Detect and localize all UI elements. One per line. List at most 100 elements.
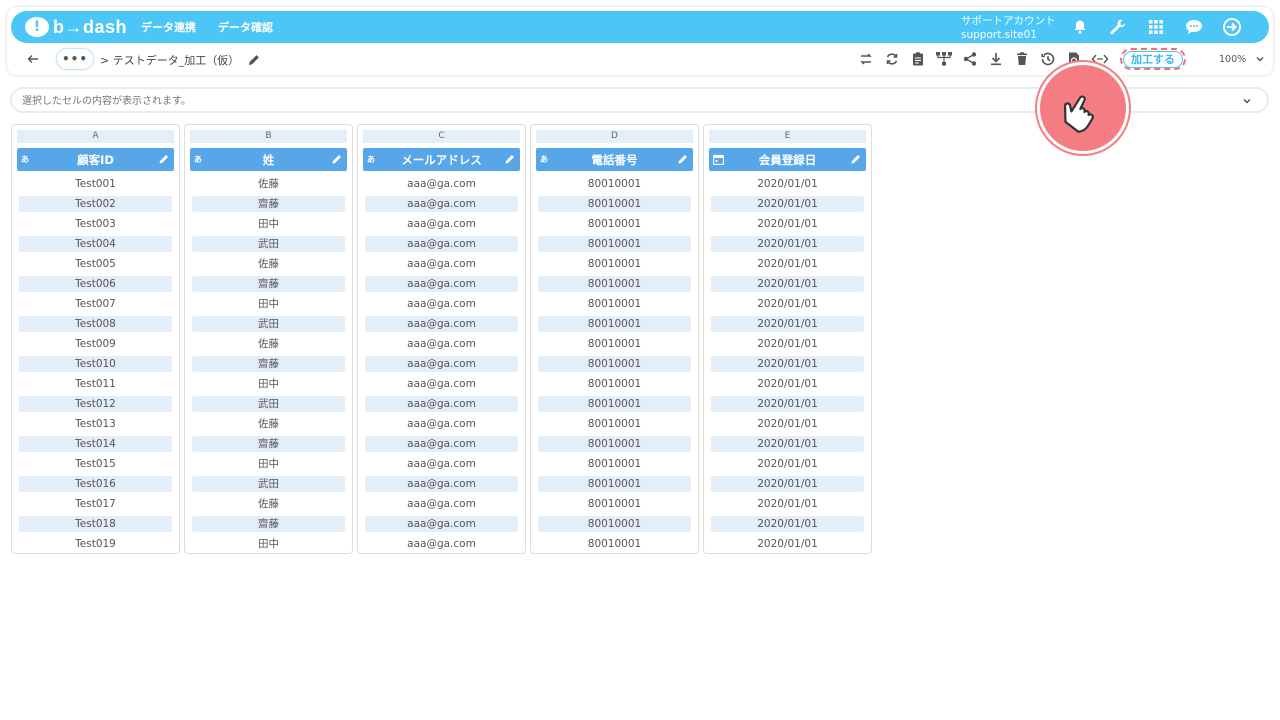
cell[interactable]: 80010001	[538, 436, 691, 452]
back-arrow-icon[interactable]	[25, 51, 41, 67]
cell[interactable]: 齋藤	[192, 516, 345, 532]
cell[interactable]: 80010001	[538, 496, 691, 512]
cell[interactable]: 2020/01/01	[711, 436, 864, 452]
chat-bubble-icon[interactable]	[1182, 15, 1206, 39]
cell[interactable]: 武田	[192, 236, 345, 252]
cell[interactable]: 田中	[192, 456, 345, 472]
column-letter[interactable]: D	[536, 130, 693, 143]
column-letter[interactable]: B	[190, 130, 347, 143]
cell[interactable]: aaa@ga.com	[365, 476, 518, 492]
cell[interactable]: 2020/01/01	[711, 496, 864, 512]
cell[interactable]: 2020/01/01	[711, 296, 864, 312]
cell[interactable]: Test016	[19, 476, 172, 492]
nav-data-check[interactable]: データ確認	[218, 19, 273, 35]
chevron-down-icon[interactable]	[1241, 95, 1253, 107]
logo[interactable]: ! b→dash	[25, 15, 127, 39]
cell[interactable]: 80010001	[538, 376, 691, 392]
cell[interactable]: 80010001	[538, 316, 691, 332]
cell[interactable]: 田中	[192, 376, 345, 392]
column-header[interactable]: 会員登録日	[709, 148, 866, 171]
cell[interactable]: Test018	[19, 516, 172, 532]
cell[interactable]: 80010001	[538, 216, 691, 232]
cell[interactable]: 武田	[192, 396, 345, 412]
cell[interactable]: 2020/01/01	[711, 176, 864, 192]
zoom-select[interactable]: 100%	[1199, 49, 1271, 69]
history-icon[interactable]	[1038, 49, 1058, 69]
cell[interactable]: aaa@ga.com	[365, 336, 518, 352]
cell[interactable]: 2020/01/01	[711, 196, 864, 212]
cell[interactable]: 齋藤	[192, 356, 345, 372]
cell[interactable]: 佐藤	[192, 336, 345, 352]
share-icon[interactable]	[960, 49, 980, 69]
pencil-icon[interactable]	[247, 52, 261, 66]
cell[interactable]: Test004	[19, 236, 172, 252]
cell[interactable]: 2020/01/01	[711, 336, 864, 352]
logout-icon[interactable]	[1220, 15, 1244, 39]
cell[interactable]: 80010001	[538, 196, 691, 212]
cell[interactable]: 80010001	[538, 296, 691, 312]
cell[interactable]: Test015	[19, 456, 172, 472]
cell[interactable]: 2020/01/01	[711, 216, 864, 232]
pencil-icon[interactable]	[158, 153, 170, 165]
cell[interactable]: 80010001	[538, 516, 691, 532]
cell[interactable]: 2020/01/01	[711, 316, 864, 332]
clipboard-icon[interactable]	[908, 49, 928, 69]
cell[interactable]: Test002	[19, 196, 172, 212]
swap-icon[interactable]	[856, 49, 876, 69]
cell[interactable]: aaa@ga.com	[365, 236, 518, 252]
cell[interactable]: aaa@ga.com	[365, 276, 518, 292]
cell[interactable]: 80010001	[538, 396, 691, 412]
cell[interactable]: 武田	[192, 316, 345, 332]
cell[interactable]: Test013	[19, 416, 172, 432]
cell[interactable]: 2020/01/01	[711, 356, 864, 372]
breadcrumb-more-button[interactable]: •••	[56, 48, 94, 70]
grid-apps-icon[interactable]	[1144, 15, 1168, 39]
cell[interactable]: 80010001	[538, 356, 691, 372]
cell[interactable]: 佐藤	[192, 256, 345, 272]
cell[interactable]: Test007	[19, 296, 172, 312]
cell[interactable]: aaa@ga.com	[365, 436, 518, 452]
column-header[interactable]: あ 電話番号	[536, 148, 693, 171]
cell[interactable]: aaa@ga.com	[365, 456, 518, 472]
pencil-icon[interactable]	[850, 153, 862, 165]
column-letter[interactable]: A	[17, 130, 174, 143]
cell[interactable]: Test019	[19, 536, 172, 552]
cell[interactable]: 2020/01/01	[711, 516, 864, 532]
cell[interactable]: aaa@ga.com	[365, 176, 518, 192]
cell[interactable]: aaa@ga.com	[365, 516, 518, 532]
cell[interactable]: 2020/01/01	[711, 416, 864, 432]
cell[interactable]: 田中	[192, 536, 345, 552]
cell[interactable]: aaa@ga.com	[365, 196, 518, 212]
cell[interactable]: Test014	[19, 436, 172, 452]
cell[interactable]: Test003	[19, 216, 172, 232]
cell[interactable]: 2020/01/01	[711, 256, 864, 272]
cell[interactable]: 佐藤	[192, 496, 345, 512]
cell[interactable]: aaa@ga.com	[365, 536, 518, 552]
cell[interactable]: Test012	[19, 396, 172, 412]
cell[interactable]: 田中	[192, 216, 345, 232]
cell[interactable]: 齋藤	[192, 436, 345, 452]
cell[interactable]: 齋藤	[192, 276, 345, 292]
cell[interactable]: Test017	[19, 496, 172, 512]
cell[interactable]: 80010001	[538, 536, 691, 552]
cell[interactable]: Test010	[19, 356, 172, 372]
cell[interactable]: 80010001	[538, 276, 691, 292]
pencil-icon[interactable]	[504, 153, 516, 165]
cell[interactable]: 80010001	[538, 176, 691, 192]
refresh-icon[interactable]	[882, 49, 902, 69]
cell[interactable]: 佐藤	[192, 416, 345, 432]
cell[interactable]: 武田	[192, 476, 345, 492]
trash-icon[interactable]	[1012, 49, 1032, 69]
cell[interactable]: aaa@ga.com	[365, 296, 518, 312]
column-header[interactable]: あ 顧客ID	[17, 148, 174, 171]
cell[interactable]: aaa@ga.com	[365, 216, 518, 232]
cell[interactable]: 2020/01/01	[711, 236, 864, 252]
cell[interactable]: 2020/01/01	[711, 396, 864, 412]
column-letter[interactable]: C	[363, 130, 520, 143]
cell[interactable]: aaa@ga.com	[365, 376, 518, 392]
column-header[interactable]: あ メールアドレス	[363, 148, 520, 171]
cell[interactable]: 80010001	[538, 336, 691, 352]
cell[interactable]: aaa@ga.com	[365, 416, 518, 432]
nav-data-integration[interactable]: データ連携	[141, 19, 196, 35]
cell[interactable]: 80010001	[538, 236, 691, 252]
